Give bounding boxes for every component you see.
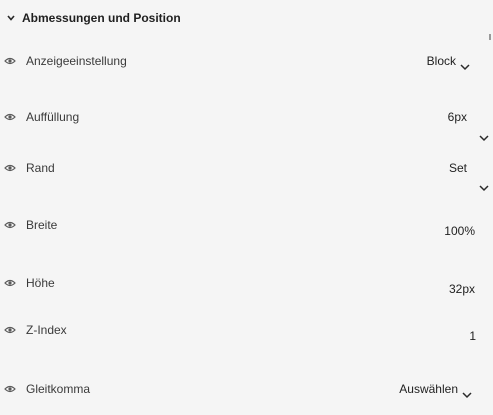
padding-value[interactable]: 6px [448,110,467,124]
property-label: Breite [26,218,58,232]
display-select-value[interactable]: Block [427,54,456,68]
property-label: Rand [26,161,55,175]
eye-icon[interactable] [4,163,16,173]
section-title: Abmessungen und Position [22,11,181,25]
chevron-down-icon[interactable] [479,134,489,142]
property-row-gleitkomma: Gleitkomma Auswählen [0,379,493,401]
property-row-rand: Rand Set [0,158,493,192]
section-header[interactable]: Abmessungen und Position [6,8,181,28]
property-row-breite: Breite 100% [0,215,493,238]
property-label: Höhe [26,276,55,290]
properties-panel: Abmessungen und Position Anzeigeeinstell… [0,0,493,415]
property-label: Gleitkomma [26,382,91,396]
property-label: Z-Index [26,323,67,337]
property-label: Anzeigeeinstellung [26,54,127,68]
eye-icon[interactable] [4,384,16,394]
eye-icon[interactable] [4,278,16,288]
z-index-value[interactable]: 1 [469,329,476,343]
property-row-anzeigeeinstellung: Anzeigeeinstellung Block [0,51,493,73]
chevron-down-icon[interactable] [6,13,16,23]
height-value[interactable]: 32px [449,282,475,296]
eye-icon[interactable] [4,56,16,66]
margin-value[interactable]: Set [449,161,467,175]
float-select-value[interactable]: Auswählen [399,382,458,396]
eye-icon[interactable] [4,325,16,335]
property-row-z-index: Z-Index 1 [0,320,493,343]
property-row-auffuellung: Auffüllung 6px [0,107,493,142]
property-row-hoehe: Höhe 32px [0,273,493,296]
width-value[interactable]: 100% [444,224,475,238]
eye-icon[interactable] [4,220,16,230]
chevron-down-icon[interactable] [479,184,489,192]
property-label: Auffüllung [26,110,80,124]
chevron-down-icon[interactable] [462,391,472,399]
eye-icon[interactable] [4,112,16,122]
chevron-down-icon[interactable] [460,63,470,71]
scrollbar-indicator[interactable] [489,34,491,40]
